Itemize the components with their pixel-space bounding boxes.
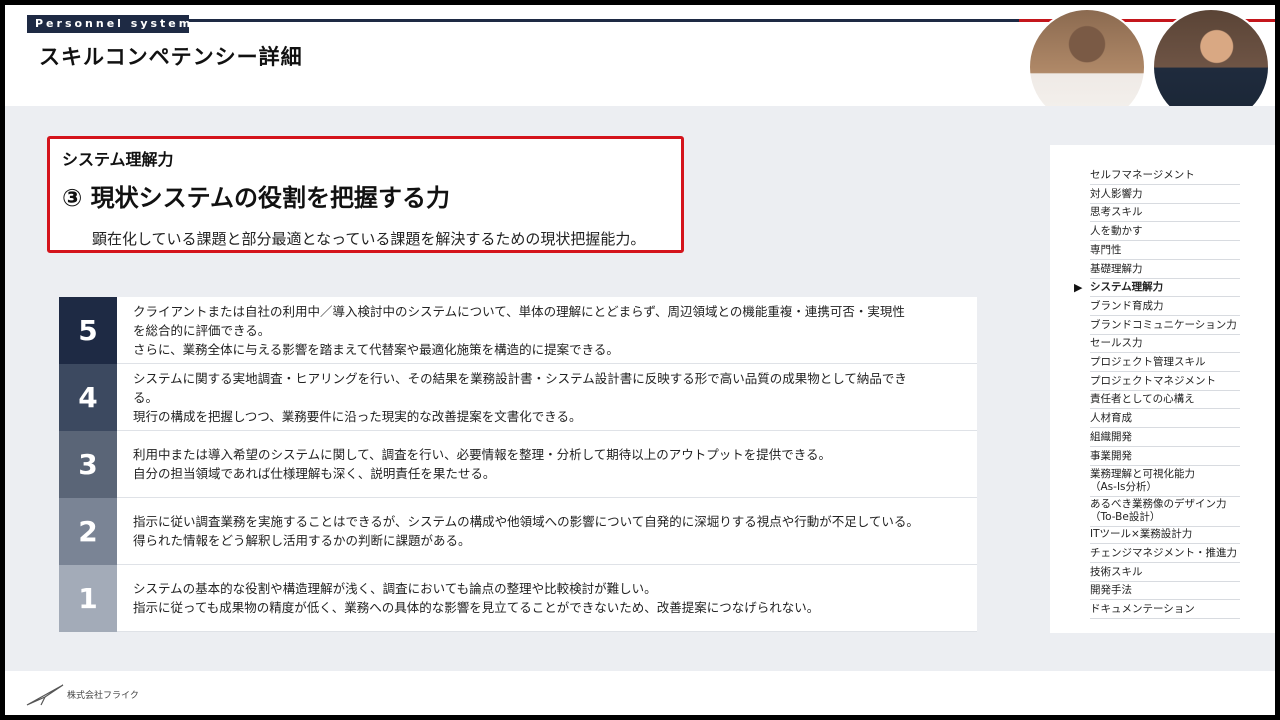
sidebar-item[interactable]: 開発手法 bbox=[1090, 584, 1240, 601]
level-number: 1 bbox=[59, 565, 117, 632]
level-number: 3 bbox=[59, 431, 117, 498]
sidebar-item[interactable]: 人を動かす bbox=[1090, 225, 1240, 242]
level-description-line: 得られた情報をどう解釈し活用するかの判断に課題がある。 bbox=[133, 533, 471, 548]
sidebar-item[interactable]: 人材育成 bbox=[1090, 412, 1240, 429]
sidebar-item[interactable]: プロジェクトマネジメント bbox=[1090, 375, 1240, 391]
sidebar-item[interactable]: プロジェクト管理スキル bbox=[1090, 356, 1240, 372]
sidebar-item[interactable]: 事業開発 bbox=[1090, 450, 1240, 466]
sidebar-item[interactable]: 責任者としての心構え bbox=[1090, 393, 1240, 410]
sidebar-item[interactable]: 対人影響力 bbox=[1090, 188, 1240, 204]
sidebar-item[interactable]: ITツール×業務設計力 bbox=[1090, 528, 1240, 545]
sidebar-item[interactable]: ブランド育成力 bbox=[1090, 300, 1240, 316]
sidebar-item[interactable]: あるべき業務像のデザイン力 （To-Be設計） bbox=[1090, 498, 1240, 528]
competency-index-sidebar: セルフマネージメント 対人影響力思考スキル人を動かす専門性基礎理解力システム理解力… bbox=[1050, 145, 1275, 633]
level-description-line: 利用中または導入希望のシステムに関して、調査を行い、必要情報を整理・分析して期待… bbox=[133, 447, 832, 462]
slide-frame: Personnel system スキルコンペテンシー詳細 システム理解力 ③ … bbox=[5, 5, 1275, 715]
level-table: 5 クライアントまたは自社の利用中／導入検討中のシステムについて、単体の理解にとど… bbox=[59, 297, 977, 632]
level-row: 3 利用中または導入希望のシステムに関して、調査を行い、必要情報を整理・分析して期… bbox=[59, 431, 977, 498]
level-description-line: システムの基本的な役割や構造理解が浅く、調査においても論点の整理や比較検討が難し… bbox=[133, 581, 657, 596]
level-description: 指示に従い調査業務を実施することはできるが、システムの構成や他領域への影響につい… bbox=[133, 512, 969, 550]
sidebar-item[interactable]: セルフマネージメント bbox=[1090, 169, 1240, 185]
level-description-line: さらに、業務全体に与える影響を踏まえて代替案や最適化施策を構造的に提案できる。 bbox=[133, 342, 619, 357]
header-tag: Personnel system bbox=[27, 15, 189, 33]
sidebar-item[interactable]: 専門性 bbox=[1090, 244, 1240, 260]
company-name: 株式会社フライク bbox=[67, 691, 139, 701]
sidebar-item[interactable]: 思考スキル bbox=[1090, 206, 1240, 223]
company-logo-icon bbox=[26, 684, 64, 706]
level-row: 4 システムに関する実地調査・ヒアリングを行い、その結果を業務設計書・システム設計… bbox=[59, 364, 977, 431]
page-title: スキルコンペテンシー詳細 bbox=[39, 45, 303, 69]
level-description: システムの基本的な役割や構造理解が浅く、調査においても論点の整理や比較検討が難し… bbox=[133, 579, 969, 617]
level-number: 4 bbox=[59, 364, 117, 431]
sidebar-item[interactable]: 技術スキル bbox=[1090, 566, 1240, 582]
level-number: 5 bbox=[59, 297, 117, 364]
level-description-line: 現行の構成を把握しつつ、業務要件に沿った現実的な改善提案を文書化できる。 bbox=[133, 409, 582, 424]
level-number: 2 bbox=[59, 498, 117, 565]
level-description-line: 自分の担当領域であれば仕様理解も深く、説明責任を果たせる。 bbox=[133, 466, 496, 481]
competency-category: システム理解力 bbox=[62, 150, 174, 169]
sidebar-item[interactable]: ドキュメンテーション bbox=[1090, 603, 1240, 619]
level-description-line: を総合的に評価できる。 bbox=[133, 323, 271, 338]
level-description-line: 指示に従い調査業務を実施することはできるが、システムの構成や他領域への影響につい… bbox=[133, 514, 919, 529]
level-description-line: システムに関する実地調査・ヒアリングを行い、その結果を業務設計書・システム設計書… bbox=[133, 371, 907, 386]
sidebar-item[interactable]: ブランドコミュニケーション力 bbox=[1090, 319, 1240, 335]
level-row: 2 指示に従い調査業務を実施することはできるが、システムの構成や他領域への影響につ… bbox=[59, 498, 977, 565]
level-row: 1 システムの基本的な役割や構造理解が浅く、調査においても論点の整理や比較検討が難… bbox=[59, 565, 977, 632]
active-marker-icon: ▶ bbox=[1074, 281, 1083, 295]
competency-description: 顕在化している課題と部分最適となっている課題を解決するための現状把握能力。 bbox=[92, 230, 646, 248]
sidebar-item[interactable]: 基礎理解力 bbox=[1090, 263, 1240, 279]
sidebar-item[interactable]: 業務理解と可視化能力 （As-Is分析） bbox=[1090, 468, 1240, 498]
level-description: システムに関する実地調査・ヒアリングを行い、その結果を業務設計書・システム設計書… bbox=[133, 369, 969, 426]
competency-title: ③ 現状システムの役割を把握する力 bbox=[62, 184, 450, 212]
sidebar-item[interactable]: セールス力 bbox=[1090, 337, 1240, 354]
level-description-line: 指示に従っても成果物の精度が低く、業務への具体的な影響を見立てることができないた… bbox=[133, 600, 820, 615]
competency-highlight-box: システム理解力 ③ 現状システムの役割を把握する力 顕在化している課題と部分最適… bbox=[47, 136, 684, 253]
level-row: 5 クライアントまたは自社の利用中／導入検討中のシステムについて、単体の理解にとど… bbox=[59, 297, 977, 364]
sidebar-item[interactable]: 組織開発 bbox=[1090, 431, 1240, 447]
level-description: 利用中または導入希望のシステムに関して、調査を行い、必要情報を整理・分析して期待… bbox=[133, 445, 969, 483]
level-description-line: る。 bbox=[133, 390, 159, 405]
sidebar-item[interactable]: チェンジマネジメント・推進力 bbox=[1090, 547, 1240, 563]
sidebar-item[interactable]: システム理解力 bbox=[1090, 281, 1240, 298]
header-rule bbox=[189, 19, 1019, 22]
level-description: クライアントまたは自社の利用中／導入検討中のシステムについて、単体の理解にとどま… bbox=[133, 302, 969, 359]
level-description-line: クライアントまたは自社の利用中／導入検討中のシステムについて、単体の理解にとどま… bbox=[133, 304, 905, 319]
